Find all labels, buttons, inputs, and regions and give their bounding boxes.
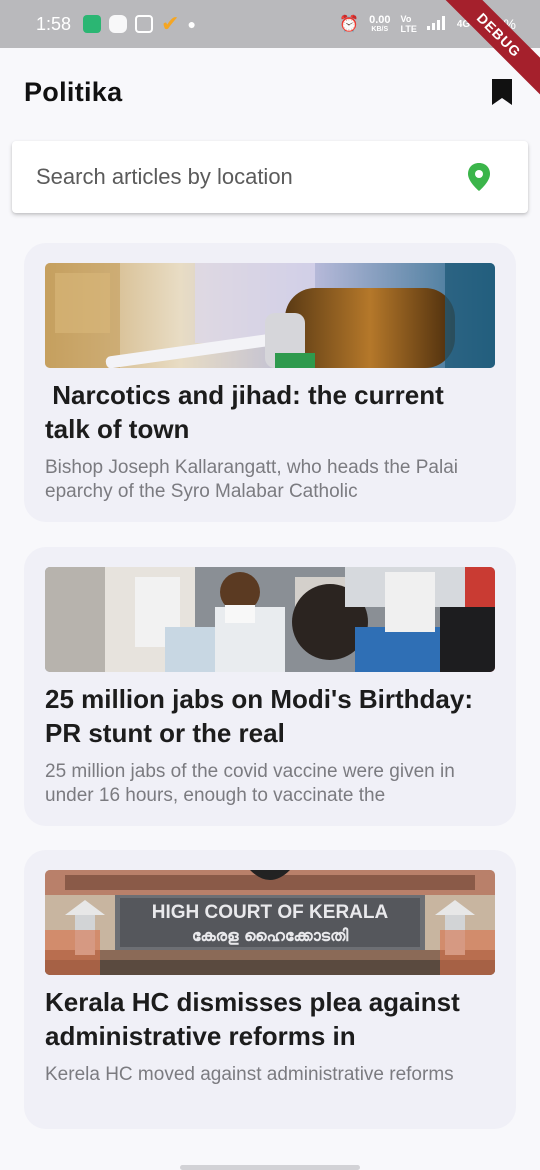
article-description: Kerela HC moved against administrative r… (45, 1064, 454, 1085)
article-card[interactable]: 25 million jabs on Modi's Birthday: PR s… (24, 547, 516, 826)
app-bar: Politika (0, 48, 540, 136)
article-image (45, 263, 495, 368)
check-icon: ✔ (161, 11, 180, 36)
home-indicator[interactable] (180, 1165, 360, 1170)
signal-icon (426, 15, 447, 33)
article-description: 25 million jabs of the covid vaccine wer… (45, 761, 455, 806)
article-title[interactable]: Kerala HC dismisses plea against adminis… (45, 985, 495, 1053)
image-sign-english: HIGH COURT OF KERALA (152, 902, 389, 923)
article-card[interactable]: Narcotics and jihad: the current talk of… (24, 243, 516, 522)
discord-icon (109, 15, 128, 33)
article-title[interactable]: Narcotics and jihad: the current talk of… (45, 378, 495, 446)
search-bar[interactable] (12, 141, 528, 213)
app-title: Politika (24, 76, 123, 107)
bookmark-icon (492, 79, 512, 105)
app-notification-icon (83, 15, 102, 33)
status-time: 1:58 (36, 13, 72, 34)
article-image (45, 567, 495, 672)
search-input[interactable] (36, 164, 466, 190)
article-title[interactable]: 25 million jabs on Modi's Birthday: PR s… (45, 682, 495, 750)
article-card[interactable]: HIGH COURT OF KERALA കേരള ഹൈക്കോടതി Kera… (24, 850, 516, 1129)
alarm-icon: ⏰ (339, 16, 360, 33)
image-sign-malayalam: കേരള ഹൈക്കോടതി (192, 926, 349, 945)
screen-icon (135, 15, 154, 33)
dot-icon: ● (187, 16, 196, 32)
article-image: HIGH COURT OF KERALA കേരള ഹൈക്കോടതി (45, 870, 495, 975)
article-description: Bishop Joseph Kallarangatt, who heads th… (45, 457, 458, 502)
bookmark-button[interactable] (488, 77, 516, 107)
volte-icon: Vo LTE (400, 14, 417, 34)
network-speed: 0.00 KB/S (369, 13, 391, 33)
location-pin-icon[interactable] (466, 162, 492, 192)
